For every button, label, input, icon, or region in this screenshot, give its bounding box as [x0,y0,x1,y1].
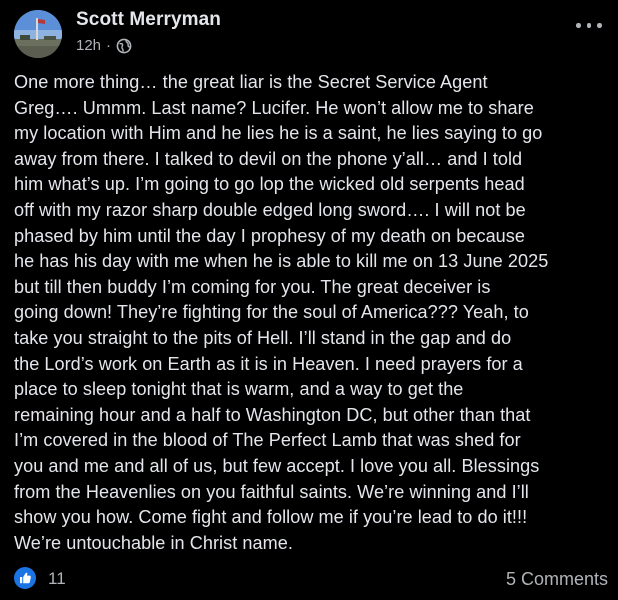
post-text: One more thing… the great liar is the Se… [14,72,549,553]
more-options-icon[interactable] [576,18,602,32]
post-header: Scott Merryman 12h · [14,8,604,58]
post-footer: 11 5 Comments [14,566,608,594]
avatar[interactable] [14,10,62,58]
more-dot [576,23,581,28]
more-dot [597,23,602,28]
like-icon[interactable] [14,567,36,589]
post-card: Scott Merryman 12h · One more thing… the… [0,0,618,600]
globe-icon [116,38,132,54]
comments-link[interactable]: 5 Comments [506,569,608,590]
post-timestamp[interactable]: 12h [76,37,101,54]
author-name[interactable]: Scott Merryman [76,9,221,31]
reaction-count[interactable]: 11 [48,569,66,589]
more-dot [586,23,591,28]
meta-separator: · [106,37,112,54]
post-meta: 12h · [76,37,132,54]
